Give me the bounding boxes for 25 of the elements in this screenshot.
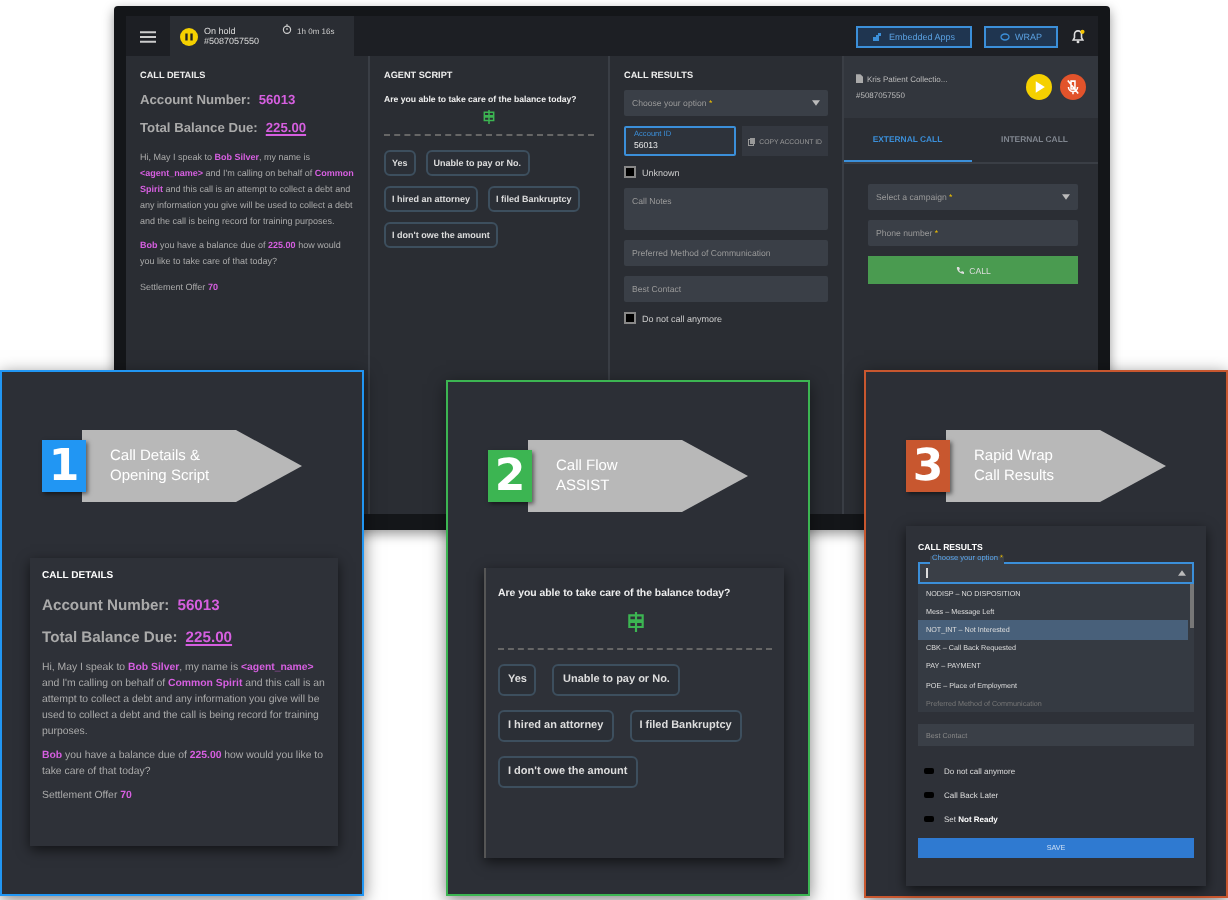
phone-icon [955,266,964,274]
apps-icon [872,31,883,41]
checkbox[interactable] [924,767,934,775]
caret-icon [1178,570,1186,576]
copy-icon [747,137,756,145]
number-badge: 2 [488,450,532,502]
checkbox[interactable] [924,791,934,799]
menu-icon[interactable] [140,29,156,43]
checkbox[interactable] [624,166,636,178]
checkbox[interactable] [624,312,636,324]
caret-icon [1062,194,1070,200]
bell-icon[interactable] [1070,28,1086,44]
number-badge: 3 [906,440,950,492]
pause-icon [180,27,198,45]
number-badge: 1 [42,440,86,492]
stopwatch-icon [281,24,292,34]
play-button[interactable] [1026,74,1052,100]
mute-button[interactable] [1060,74,1086,100]
signpost-icon [625,612,645,632]
caret-icon [812,100,820,106]
signpost-icon [482,110,496,124]
document-icon [856,74,863,84]
checkbox[interactable] [924,815,934,823]
scrollbar [1190,584,1194,628]
loop-icon [999,31,1009,41]
